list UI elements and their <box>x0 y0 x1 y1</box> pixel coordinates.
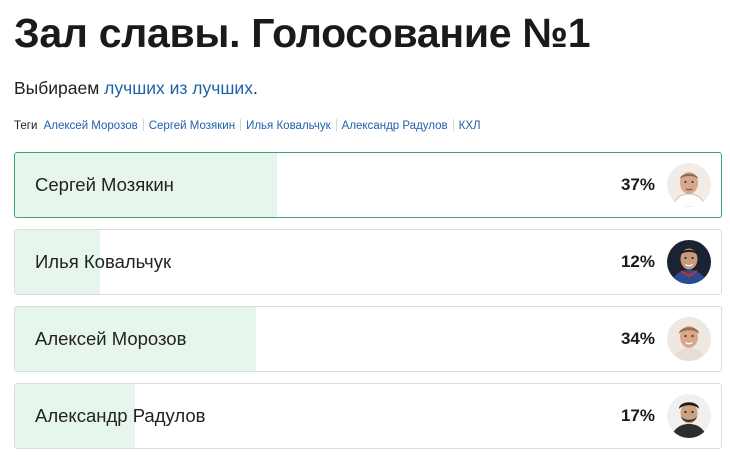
player-avatar-icon <box>667 394 711 438</box>
tag-link[interactable]: Алексей Морозов <box>44 120 138 132</box>
tag-separator <box>335 119 337 131</box>
option-name: Александр Радулов <box>35 405 206 426</box>
lead-link[interactable]: лучших из лучших <box>104 78 253 98</box>
vote-percent: 34% <box>620 329 655 348</box>
vote-percent: 37% <box>620 175 655 194</box>
poll-options: Сергей Мозякин 37% Илья Ковальчук 12% Ал… <box>14 152 722 460</box>
poll-option[interactable]: Алексей Морозов 34% <box>14 306 722 372</box>
poll-option[interactable]: Сергей Мозякин 37% <box>14 152 722 218</box>
poll-option[interactable]: Александр Радулов 17% <box>14 383 722 449</box>
lead-text: Выбираем лучших из лучших. <box>14 77 258 99</box>
player-avatar-icon <box>667 240 711 284</box>
player-avatar-icon <box>667 163 711 207</box>
poll-page: Зал славы. Голосование №1 Выбираем лучши… <box>0 0 730 453</box>
option-name: Илья Ковальчук <box>35 251 172 272</box>
option-name: Сергей Мозякин <box>35 174 174 195</box>
tag-link[interactable]: Сергей Мозякин <box>149 120 235 132</box>
poll-option[interactable]: Илья Ковальчук 12% <box>14 229 722 295</box>
tag-link[interactable]: Александр Радулов <box>342 120 448 132</box>
lead-suffix: . <box>252 78 258 98</box>
tag-link[interactable]: КХЛ <box>459 120 481 132</box>
option-name: Алексей Морозов <box>35 328 187 349</box>
tags-label: Теги <box>14 120 38 132</box>
vote-percent: 17% <box>620 406 655 425</box>
tags-list: Теги Алексей Морозов Сергей Мозякин Илья К… <box>14 119 481 133</box>
lead-prefix: Выбираем <box>14 78 105 98</box>
player-avatar-icon <box>667 317 711 361</box>
tag-separator <box>452 119 454 131</box>
tag-separator <box>142 119 144 131</box>
tag-separator <box>240 119 242 131</box>
vote-percent: 12% <box>620 252 655 271</box>
tag-link[interactable]: Илья Ковальчук <box>246 120 331 132</box>
page-title: Зал славы. Голосование №1 <box>14 10 591 56</box>
